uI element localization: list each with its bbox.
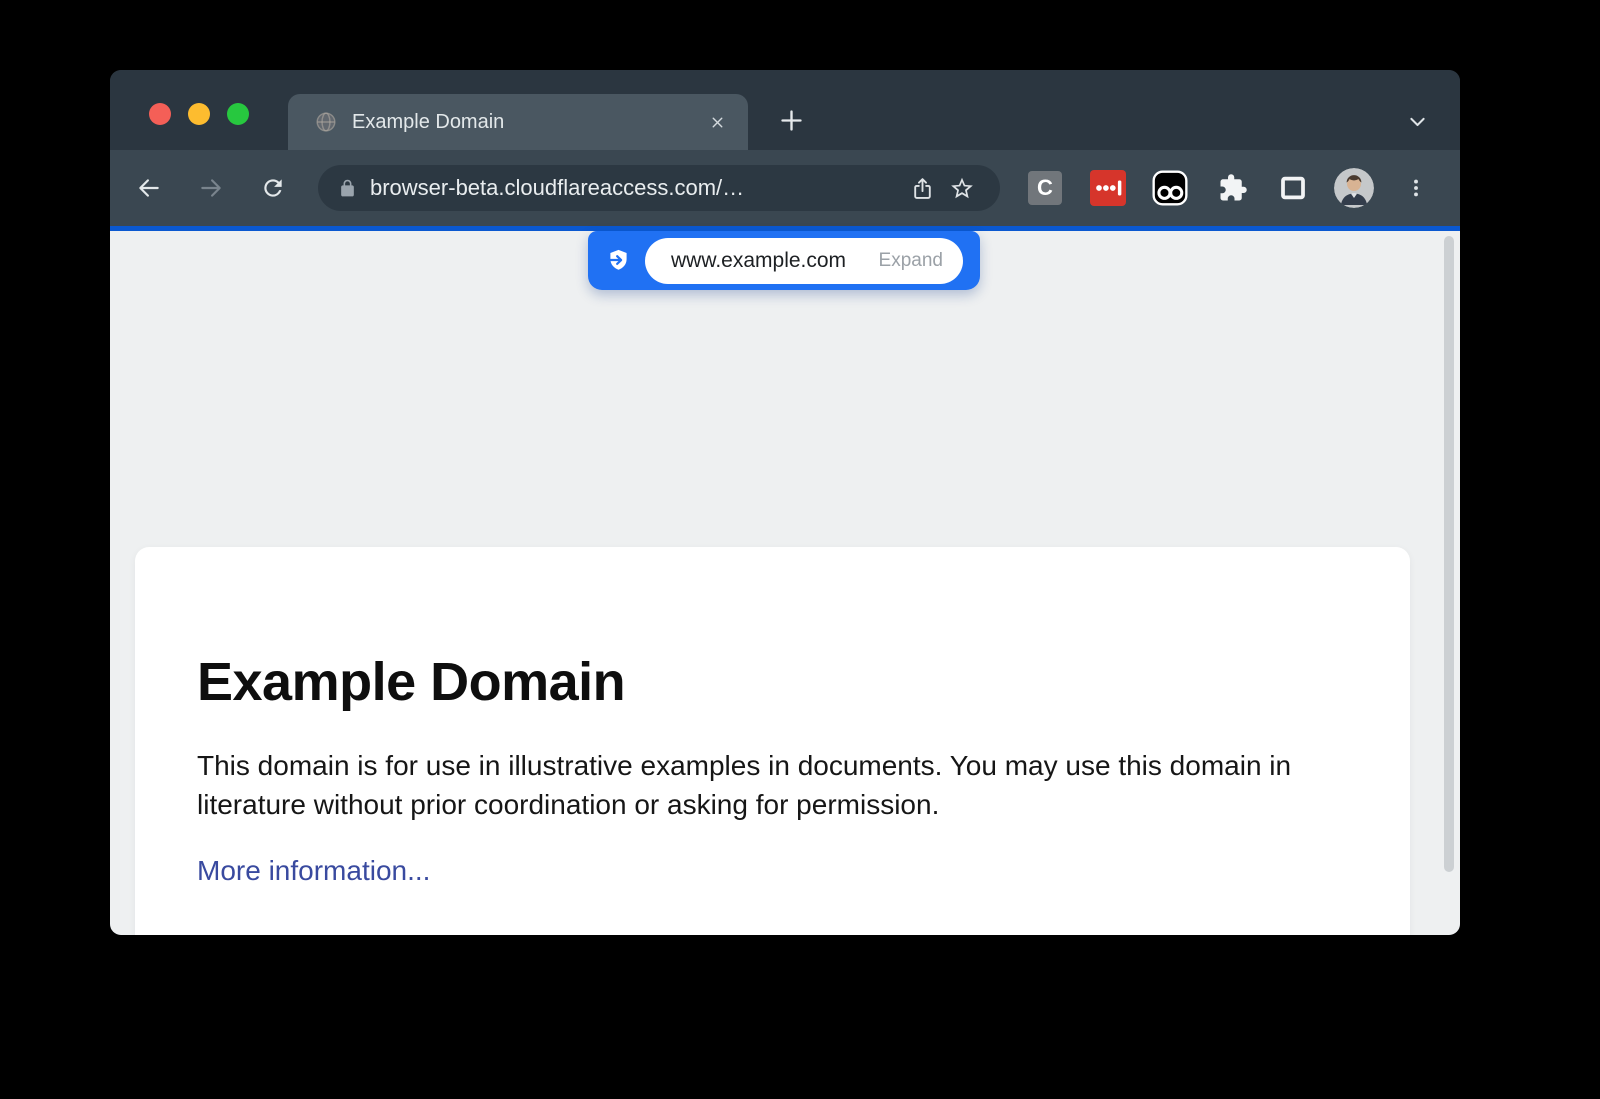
back-button[interactable] [128,167,170,209]
window-controls [149,103,249,125]
isolation-shield-icon [605,247,632,274]
reload-button[interactable] [252,167,294,209]
isolated-domain-pill[interactable]: www.example.com Expand [645,238,963,284]
tab-search-chevron-icon[interactable] [1395,99,1439,143]
url-bar[interactable]: browser-beta.cloudflareaccess.com/… [318,165,1000,211]
page-viewport: www.example.com Expand Example Domain Th… [110,231,1460,935]
extensions-puzzle-icon[interactable] [1214,169,1252,207]
page-body-text: This domain is for use in illustrative e… [197,746,1302,824]
browser-menu-kebab-icon[interactable] [1396,168,1436,208]
browser-window: Example Domain [110,70,1460,935]
globe-favicon-icon [315,111,337,133]
tab-title: Example Domain [352,111,709,134]
page-heading: Example Domain [197,547,1348,713]
tab-close-icon[interactable] [709,114,726,131]
url-text: browser-beta.cloudflareaccess.com/… [370,175,902,201]
isolated-domain-text: www.example.com [671,249,879,273]
screenshot-stage: Example Domain [0,0,1600,1099]
tab-strip: Example Domain [110,70,1460,150]
extension-lastpass-icon[interactable] [1090,170,1126,206]
active-tab[interactable]: Example Domain [288,94,748,150]
expand-button[interactable]: Expand [879,250,943,272]
close-window-button[interactable] [149,103,171,125]
forward-button[interactable] [190,167,232,209]
scrollbar-thumb[interactable] [1444,236,1454,872]
extension-c-icon[interactable]: C [1028,171,1062,205]
content-card: Example Domain This domain is for use in… [135,547,1410,935]
isolation-domain-banner[interactable]: www.example.com Expand [588,231,980,290]
side-panel-icon[interactable] [1276,171,1310,205]
more-information-link[interactable]: More information... [197,855,430,887]
minimize-window-button[interactable] [188,103,210,125]
extension-noir-icon[interactable] [1152,170,1188,206]
share-button[interactable] [902,168,942,208]
bookmark-star-button[interactable] [942,168,982,208]
lock-icon [338,179,357,198]
new-tab-button[interactable] [769,98,813,142]
profile-avatar[interactable] [1334,168,1374,208]
toolbar: browser-beta.cloudflareaccess.com/… C [110,150,1460,226]
zoom-window-button[interactable] [227,103,249,125]
